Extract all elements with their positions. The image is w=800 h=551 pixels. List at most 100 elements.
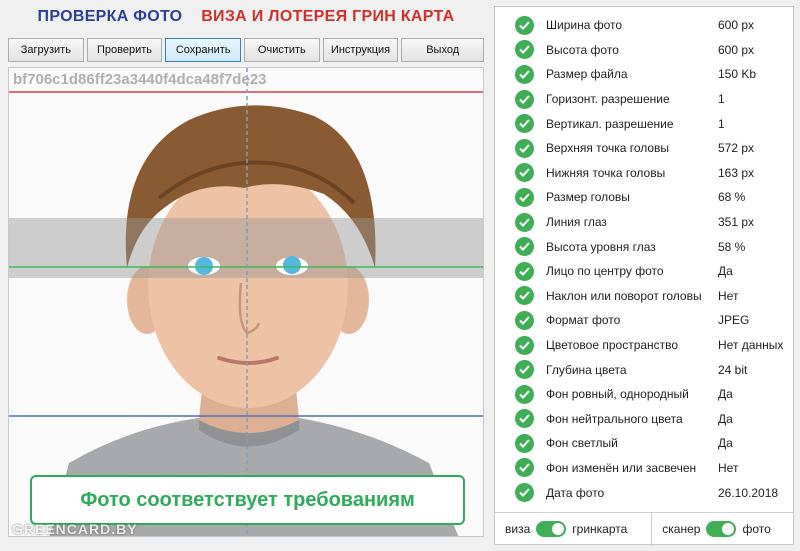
- result-row: Высота фото 600 px: [495, 38, 793, 63]
- result-label: Вертикал. разрешение: [546, 116, 674, 131]
- watermark-logo: GREENCARD.BY: [12, 521, 138, 537]
- results-panel: Ширина фото 600 px Высота фото 600 px Размер…: [494, 6, 794, 546]
- result-row: Верхняя точка головы 572 px: [495, 136, 793, 161]
- result-value: Нет: [718, 288, 739, 303]
- result-row: Глубина цвета 24 bit: [495, 357, 793, 382]
- left-eye-marker: [195, 257, 213, 275]
- check-icon: [515, 335, 534, 355]
- result-row: Нижняя точка головы 163 px: [495, 161, 793, 186]
- results-list: Ширина фото 600 px Высота фото 600 px Размер…: [495, 13, 793, 505]
- result-label: Верхняя точка головы: [546, 141, 670, 156]
- result-value: JPEG: [718, 313, 750, 328]
- clear-button[interactable]: Очистить: [244, 38, 320, 62]
- result-row: Фон нейтрального цвета Да: [495, 407, 793, 432]
- check-icon: [515, 212, 534, 232]
- check-button[interactable]: Проверить: [86, 38, 163, 62]
- result-row: Дата фото 26.10.2018: [495, 480, 793, 505]
- result-value: 58 %: [718, 239, 746, 254]
- result-label: Лицо по центру фото: [546, 264, 664, 279]
- result-label: Фон светлый: [546, 436, 618, 451]
- result-label: Размер головы: [546, 190, 630, 205]
- right-eye-marker: [283, 256, 301, 274]
- result-row: Фон изменён или засвечен Нет: [495, 456, 793, 481]
- result-value: 163 px: [718, 165, 755, 180]
- check-icon: [515, 310, 534, 330]
- result-row: Цветовое пространство Нет данных: [495, 333, 793, 358]
- result-row: Вертикал. разрешение 1: [495, 111, 793, 136]
- status-message: Фото соответствует требованиям: [30, 475, 465, 525]
- greencard-label: гринкарта: [572, 522, 628, 536]
- result-value: Да: [718, 387, 733, 402]
- photo-hash-label: bf706c1d86ff23a3440f4dca48f7de23: [13, 71, 267, 88]
- exit-button[interactable]: Выход: [401, 38, 484, 62]
- app-title: ПРОВЕРКА ФОТО ВИЗА И ЛОТЕРЕЯ ГРИН КАРТА: [0, 8, 492, 30]
- check-icon: [515, 360, 534, 380]
- left-pane: ПРОВЕРКА ФОТО ВИЗА И ЛОТЕРЕЯ ГРИН КАРТА …: [0, 0, 492, 551]
- result-value: Да: [718, 264, 733, 279]
- result-row: Фон ровный, однородный Да: [495, 382, 793, 407]
- result-label: Цветовое пространство: [546, 338, 679, 353]
- result-label: Фон изменён или засвечен: [546, 460, 697, 475]
- photo-preview: bf706c1d86ff23a3440f4dca48f7de23: [8, 67, 484, 537]
- result-label: Дата фото: [546, 485, 605, 500]
- check-icon: [515, 138, 534, 158]
- result-label: Глубина цвета: [546, 362, 627, 377]
- photo-mode-label: фото: [742, 522, 771, 536]
- mode-switch-bar: виза гринкарта сканер фото: [495, 512, 793, 546]
- result-label: Размер файла: [546, 67, 628, 82]
- toolbar: Загрузить Проверить Сохранить Очистить И…: [8, 38, 484, 62]
- result-row: Формат фото JPEG: [495, 308, 793, 333]
- check-icon: [515, 384, 534, 404]
- result-label: Ширина фото: [546, 18, 623, 33]
- visa-greencard-toggle[interactable]: [536, 521, 567, 537]
- scanner-photo-switch-group: сканер фото: [651, 512, 771, 546]
- result-value: 68 %: [718, 190, 746, 205]
- title-visa-lottery: ВИЗА И ЛОТЕРЕЯ ГРИН КАРТА: [201, 8, 455, 25]
- result-value: Да: [718, 411, 733, 426]
- check-icon: [515, 458, 534, 478]
- result-row: Горизонт. разрешение 1: [495, 87, 793, 112]
- result-label: Фон ровный, однородный: [546, 387, 689, 402]
- title-photo-check: ПРОВЕРКА ФОТО: [37, 8, 183, 25]
- load-button[interactable]: Загрузить: [8, 38, 84, 62]
- result-value: 600 px: [718, 18, 755, 33]
- instruction-button[interactable]: Инструкция: [322, 38, 399, 62]
- result-row: Наклон или поворот головы Нет: [495, 284, 793, 309]
- result-label: Формат фото: [546, 313, 621, 328]
- check-icon: [515, 64, 534, 84]
- result-row: Лицо по центру фото Да: [495, 259, 793, 284]
- result-label: Фон нейтрального цвета: [546, 411, 683, 426]
- result-value: 1: [718, 92, 725, 107]
- result-value: Нет: [718, 460, 739, 475]
- check-icon: [515, 114, 534, 134]
- scanner-label: сканер: [662, 522, 701, 536]
- check-icon: [515, 237, 534, 257]
- result-label: Линия глаз: [546, 215, 607, 230]
- result-value: 600 px: [718, 42, 755, 57]
- result-label: Нижняя точка головы: [546, 165, 666, 180]
- check-icon: [515, 15, 534, 35]
- visa-label: виза: [505, 522, 531, 536]
- photo-canvas: [9, 68, 483, 536]
- result-row: Высота уровня глаз 58 %: [495, 234, 793, 259]
- result-value: 572 px: [718, 141, 755, 156]
- scanner-photo-toggle[interactable]: [706, 521, 737, 537]
- result-value: 24 bit: [718, 362, 748, 377]
- visa-greencard-switch-group: виза гринкарта: [505, 521, 627, 537]
- check-icon: [515, 187, 534, 207]
- check-icon: [515, 286, 534, 306]
- check-icon: [515, 433, 534, 453]
- result-row: Ширина фото 600 px: [495, 13, 793, 38]
- result-label: Горизонт. разрешение: [546, 92, 670, 107]
- check-icon: [515, 409, 534, 429]
- result-row: Линия глаз 351 px: [495, 210, 793, 235]
- result-label: Высота уровня глаз: [546, 239, 656, 254]
- result-value: Нет данных: [718, 338, 784, 353]
- save-button[interactable]: Сохранить: [165, 38, 242, 62]
- result-value: 351 px: [718, 215, 755, 230]
- result-value: Да: [718, 436, 733, 451]
- face-shape: [148, 164, 348, 408]
- check-icon: [515, 89, 534, 109]
- result-value: 150 Kb: [718, 67, 757, 82]
- result-value: 1: [718, 116, 725, 131]
